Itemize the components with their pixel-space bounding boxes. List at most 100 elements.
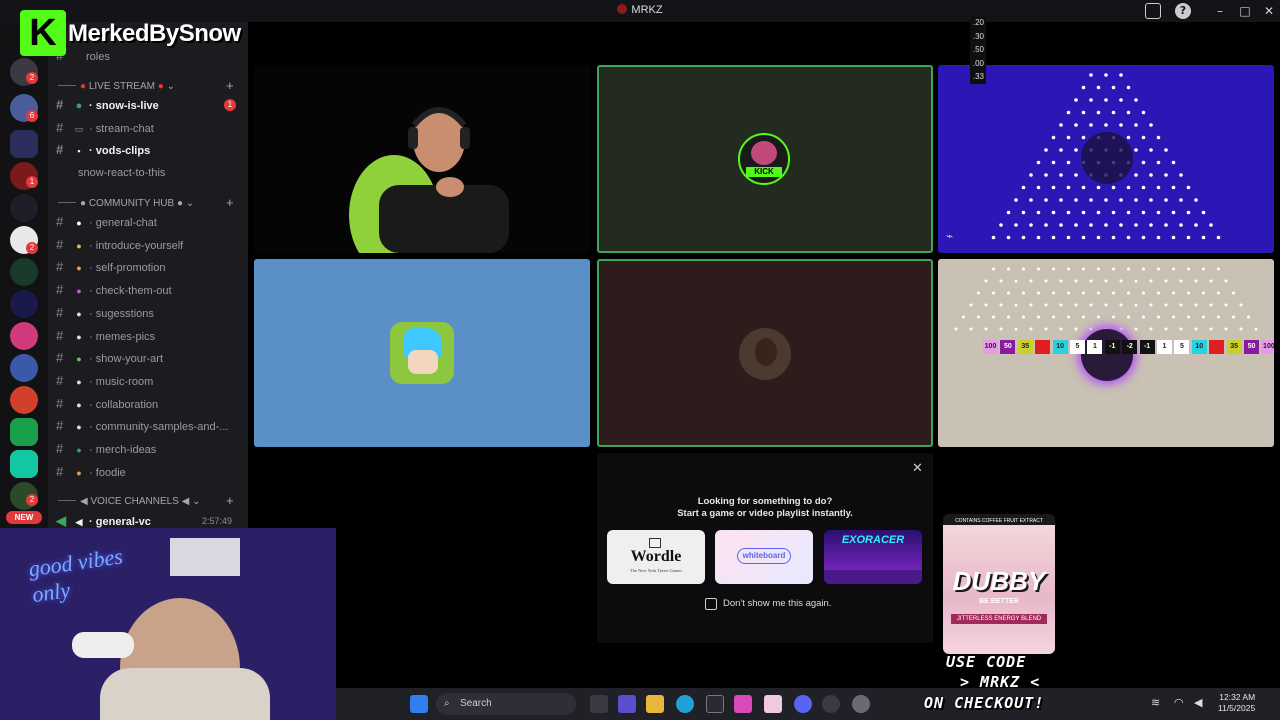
activity-card-whiteboard[interactable]: whiteboard bbox=[715, 530, 813, 584]
file-explorer-icon[interactable] bbox=[646, 695, 664, 713]
channel-item[interactable]: # ▪ · vods-clips bbox=[56, 140, 242, 160]
channel-item[interactable]: # ● · introduce-yourself bbox=[56, 235, 242, 255]
category-community-hub[interactable]: ● COMMUNITY HUB ● ⌄ bbox=[58, 198, 194, 209]
channel-item[interactable]: # ● · general-chat bbox=[56, 212, 242, 232]
channel-item[interactable]: # ● · collaboration bbox=[56, 394, 242, 414]
video-tile-plinko-bottom[interactable]: 100 50 35 -1 10 5 1 -1 -2 -1 1 5 10 -1 35 50 100 bbox=[938, 259, 1274, 447]
peg bbox=[1156, 160, 1161, 165]
video-tile-dark[interactable] bbox=[597, 259, 933, 447]
channel-item[interactable]: # ● · merch-ideas bbox=[56, 439, 242, 459]
peg bbox=[1187, 291, 1190, 295]
peg bbox=[1104, 303, 1108, 307]
inbox-icon[interactable] bbox=[1145, 3, 1161, 19]
server-icon[interactable] bbox=[10, 386, 38, 414]
activity-card-wordle[interactable]: Wordle The New York Times Games bbox=[607, 530, 705, 584]
add-channel-button[interactable]: + bbox=[226, 78, 234, 93]
channel-item[interactable]: # ● · show-your-art bbox=[56, 348, 242, 368]
channel-item[interactable]: # ● · sugesstions bbox=[56, 303, 242, 323]
peg bbox=[1149, 279, 1153, 283]
peg bbox=[1112, 267, 1115, 271]
peg bbox=[1156, 135, 1161, 140]
peg bbox=[1096, 85, 1101, 90]
channel-item-snow-is-live[interactable]: # ● · snow-is-live bbox=[56, 95, 242, 115]
new-badge: NEW bbox=[6, 511, 42, 524]
peg bbox=[1074, 327, 1078, 331]
video-tile-webcam[interactable] bbox=[254, 65, 590, 253]
teams-icon[interactable] bbox=[618, 695, 636, 713]
windows-start-icon[interactable] bbox=[410, 695, 428, 713]
peg bbox=[1126, 110, 1131, 115]
obs-icon[interactable] bbox=[822, 695, 840, 713]
channel-item[interactable]: snow-react-to-this bbox=[56, 163, 242, 183]
network-icon[interactable]: ≋ bbox=[1151, 696, 1160, 709]
taskbar-search[interactable]: ⌕ Search bbox=[436, 693, 576, 715]
server-icon[interactable] bbox=[10, 290, 38, 318]
peg bbox=[1179, 198, 1183, 202]
channel-item[interactable]: # ● · community-samples-and-... bbox=[56, 416, 242, 436]
server-icon[interactable] bbox=[10, 258, 38, 286]
task-view-icon[interactable] bbox=[590, 695, 608, 713]
help-icon[interactable]: ? bbox=[1175, 3, 1191, 19]
peg bbox=[1066, 185, 1071, 190]
channel-item[interactable]: # ● · foodie bbox=[56, 462, 242, 482]
peg bbox=[1141, 210, 1146, 215]
video-tile-kick[interactable]: KICK bbox=[597, 65, 933, 253]
discord-icon[interactable] bbox=[794, 695, 812, 713]
store-icon[interactable] bbox=[706, 695, 724, 713]
volume-icon[interactable]: ◀ bbox=[1194, 696, 1202, 709]
channel-item[interactable]: # ● · check-them-out bbox=[56, 280, 242, 300]
add-channel-button[interactable]: + bbox=[226, 195, 234, 210]
dont-show-label: Don't show me this again. bbox=[723, 598, 832, 609]
channel-item[interactable]: # ● · self-promotion bbox=[56, 257, 242, 277]
server-icon[interactable] bbox=[10, 418, 38, 446]
close-icon[interactable]: ✕ bbox=[912, 460, 923, 476]
add-channel-button[interactable]: + bbox=[226, 493, 234, 508]
app-icon bbox=[617, 4, 628, 14]
plinko-slot: -1 bbox=[1139, 340, 1155, 354]
dont-show-checkbox[interactable] bbox=[705, 598, 717, 610]
server-icon[interactable] bbox=[10, 322, 38, 350]
server-icon[interactable] bbox=[10, 450, 38, 478]
peg bbox=[1074, 279, 1078, 283]
peg bbox=[1007, 315, 1010, 319]
folder-icon[interactable] bbox=[10, 130, 38, 158]
channel-item[interactable]: # ▭ · stream-chat bbox=[56, 118, 242, 138]
peg bbox=[1111, 185, 1116, 190]
channel-item[interactable]: # ● · memes-pics bbox=[56, 326, 242, 346]
peg bbox=[1082, 267, 1085, 271]
peg bbox=[1186, 235, 1191, 240]
plinko-slot: 50 bbox=[1000, 340, 1016, 354]
plinko-slot: 10 bbox=[1191, 340, 1207, 354]
plinko-slot: -1 bbox=[1209, 340, 1225, 354]
peg bbox=[1126, 235, 1131, 240]
close-window-button[interactable]: ✕ bbox=[1258, 2, 1280, 20]
edge-icon[interactable] bbox=[676, 695, 694, 713]
wifi-icon[interactable]: ◠ bbox=[1174, 696, 1184, 709]
hash-icon: # bbox=[56, 350, 64, 366]
copilot-icon[interactable] bbox=[734, 695, 752, 713]
activity-panel: ✕ Looking for something to do? Start a g… bbox=[597, 453, 933, 643]
settings-gear-icon[interactable] bbox=[852, 695, 870, 713]
peg bbox=[1239, 327, 1243, 331]
minimize-button[interactable]: – bbox=[1209, 2, 1231, 20]
channel-item[interactable]: # ● · music-room bbox=[56, 371, 242, 391]
activity-card-exoracer[interactable]: EXORACER bbox=[824, 530, 922, 584]
photos-icon[interactable] bbox=[764, 695, 782, 713]
peg bbox=[1036, 235, 1041, 240]
channel-item[interactable]: #roles bbox=[56, 46, 242, 66]
category-live-stream[interactable]: ● LIVE STREAM ● ⌄ bbox=[58, 81, 175, 92]
peg bbox=[962, 315, 965, 319]
peg bbox=[1081, 110, 1086, 115]
video-tile-blue[interactable] bbox=[254, 259, 590, 447]
category-voice-channels[interactable]: ◀ VOICE CHANNELS ◀ ⌄ bbox=[58, 496, 201, 507]
server-icon[interactable] bbox=[10, 194, 38, 222]
system-clock[interactable]: 12:32 AM 11/5/2025 bbox=[1218, 692, 1255, 714]
peg bbox=[1097, 267, 1100, 271]
mention-badge: 1 bbox=[224, 99, 236, 111]
server-icon[interactable] bbox=[10, 354, 38, 382]
server-badge: 6 bbox=[26, 110, 38, 122]
peg bbox=[1006, 210, 1011, 215]
video-tile-plinko-top[interactable]: ⌁ bbox=[938, 65, 1274, 253]
maximize-button[interactable]: □ bbox=[1234, 2, 1256, 20]
peg bbox=[1037, 267, 1040, 271]
